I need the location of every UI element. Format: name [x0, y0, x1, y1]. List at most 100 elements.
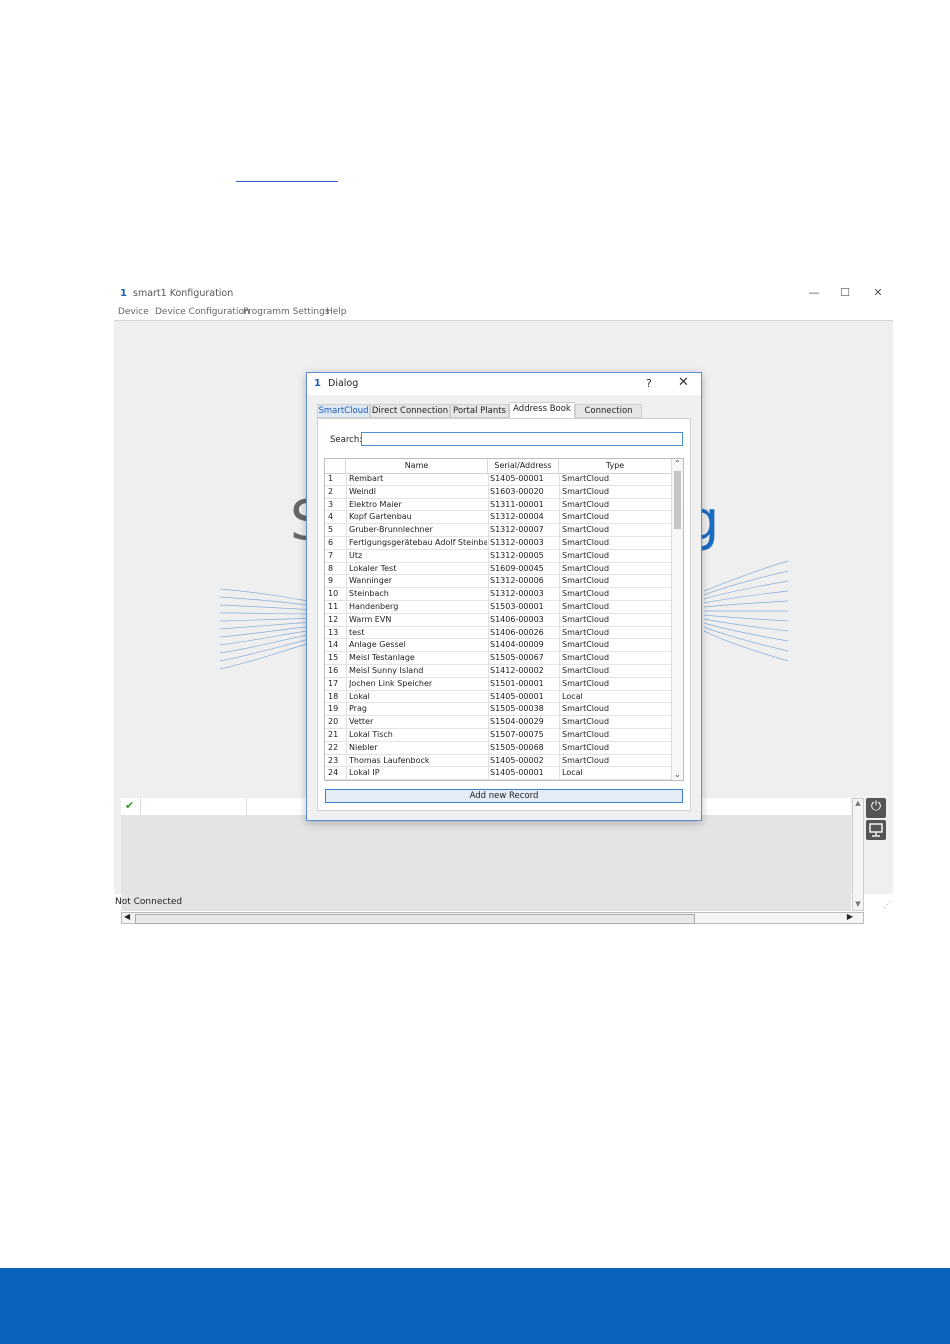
tab-portal-plants[interactable]: Portal Plants — [450, 404, 509, 418]
row-serial: S1405-00002 — [490, 755, 544, 765]
row-index: 6 — [328, 537, 334, 547]
search-label: Search: — [330, 435, 363, 445]
row-index: 22 — [328, 742, 339, 752]
address-book-dialog: 1 Dialog ? ✕ SmartCloud Direct Connectio… — [306, 372, 702, 821]
horizontal-scroll-thumb[interactable] — [135, 914, 695, 924]
menu-device[interactable]: Device — [118, 307, 149, 317]
row-type: SmartCloud — [562, 601, 610, 611]
table-row[interactable]: 15 Meisl Testanlage S1505-00067 SmartCloud — [325, 652, 671, 665]
table-row[interactable]: 21 Lokal Tisch S1507-00075 SmartCloud — [325, 729, 671, 742]
row-index: 14 — [328, 640, 339, 650]
row-serial: S1505-00067 — [490, 653, 544, 663]
chevron-down-icon[interactable]: ⌄ — [674, 770, 681, 779]
table-row[interactable]: 20 Vetter S1504-00029 SmartCloud — [325, 716, 671, 729]
row-serial: S1406-00003 — [490, 614, 544, 624]
row-name: Rembart — [349, 474, 384, 483]
menu-help[interactable]: Help — [326, 307, 347, 317]
table-row[interactable]: 9 Wanninger S1312-00006 SmartCloud — [325, 575, 671, 589]
column-header-serial[interactable]: Serial/Address — [488, 459, 559, 473]
tab-direct-connection[interactable]: Direct Connection — [370, 404, 450, 418]
row-type: SmartCloud — [562, 537, 610, 547]
table-row[interactable]: 18 Lokal S1405-00001 Local — [325, 691, 671, 704]
scroll-right-icon[interactable]: ▶ — [847, 912, 853, 921]
tab-address-book[interactable]: Address Book — [509, 402, 575, 418]
close-button[interactable]: ✕ — [868, 286, 888, 299]
table-row[interactable]: 4 Kopf Gartenbau S1312-00004 SmartCloud — [325, 511, 671, 525]
table-row[interactable]: 7 Utz S1312-00005 SmartCloud — [325, 550, 671, 563]
row-serial: S1505-00038 — [490, 704, 544, 714]
row-index: 16 — [328, 665, 339, 675]
menu-device-configuration[interactable]: Device Configuration — [155, 307, 250, 317]
row-name: Lokal IP — [349, 768, 380, 778]
row-name: Weindl — [349, 486, 376, 496]
row-name: Lokal Tisch — [349, 729, 393, 739]
scroll-left-icon[interactable]: ◀ — [124, 912, 130, 921]
row-index: 23 — [328, 755, 339, 765]
row-name: Meisl Testanlage — [349, 653, 415, 663]
log-horizontal-scrollbar[interactable]: ◀ ▶ — [121, 912, 864, 924]
document-link-underline[interactable] — [236, 181, 338, 182]
row-type: SmartCloud — [562, 665, 610, 675]
scroll-up-icon[interactable]: ▲ — [853, 799, 863, 809]
app-title: smart1 Konfiguration — [133, 288, 234, 299]
row-serial: S1312-00007 — [490, 525, 544, 535]
table-header: Name Serial/Address Type — [325, 459, 671, 474]
table-row[interactable]: 8 Lokaler Test S1609-00045 SmartCloud — [325, 563, 671, 576]
tab-connection-log[interactable]: Connection Log — [575, 404, 642, 428]
table-row[interactable]: 1 Rembart S1405-00001 SmartCloud — [325, 473, 671, 486]
table-row[interactable]: 17 Jochen Link Speicher S1501-00001 SmartCl… — [325, 678, 671, 691]
row-index: 15 — [328, 653, 339, 663]
row-type: SmartCloud — [562, 704, 610, 714]
row-serial: S1312-00003 — [490, 589, 544, 599]
row-serial: S1405-00001 — [490, 474, 544, 483]
row-index: 19 — [328, 704, 339, 714]
row-type: SmartCloud — [562, 653, 610, 663]
row-index: 3 — [328, 499, 334, 509]
row-name: Lokaler Test — [349, 563, 397, 573]
table-row[interactable]: 16 Meisl Sunny Island S1412-00002 SmartClou… — [325, 665, 671, 678]
table-row[interactable]: 24 Lokal IP S1405-00001 Local — [325, 767, 671, 780]
menu-programm-settings[interactable]: Programm Settings — [243, 307, 330, 317]
table-row[interactable]: 23 Thomas Laufenbock S1405-00002 SmartCloud — [325, 755, 671, 768]
row-name: Thomas Laufenbock — [349, 755, 430, 765]
table-row[interactable]: 22 Niebler S1505-00068 SmartCloud — [325, 742, 671, 755]
chevron-up-icon[interactable]: ⌃ — [674, 459, 681, 468]
help-button[interactable]: ? — [646, 377, 652, 390]
table-row[interactable]: 12 Warm EVN S1406-00003 SmartCloud — [325, 614, 671, 627]
column-header-name[interactable]: Name — [346, 459, 488, 473]
row-index: 8 — [328, 563, 334, 573]
dialog-close-button[interactable]: ✕ — [678, 375, 689, 390]
table-row[interactable]: 19 Prag S1505-00038 SmartCloud — [325, 703, 671, 717]
dialog-logo-icon: 1 — [314, 378, 321, 389]
table-row[interactable]: 13 test S1406-00026 SmartCloud — [325, 627, 671, 640]
row-serial: S1312-00006 — [490, 576, 544, 586]
row-serial: S1504-00029 — [490, 717, 544, 727]
table-row[interactable]: 2 Weindl S1603-00020 SmartCloud — [325, 486, 671, 499]
table-row[interactable]: 11 Handenberg S1503-00001 SmartCloud — [325, 601, 671, 614]
table-row[interactable]: 10 Steinbach S1312-00003 SmartCloud — [325, 588, 671, 601]
row-type: SmartCloud — [562, 512, 610, 522]
resize-grip-icon[interactable]: ⋰ — [883, 900, 891, 909]
row-serial: S1501-00001 — [490, 678, 544, 688]
maximize-button[interactable]: ☐ — [835, 286, 855, 299]
row-name: Utz — [349, 550, 363, 560]
row-index: 4 — [328, 512, 334, 522]
address-book-pane: Search: Name Serial/Address Type 1 Rembar… — [317, 418, 691, 811]
row-name: Kopf Gartenbau — [349, 512, 412, 522]
column-header-type[interactable]: Type — [559, 459, 671, 473]
table-scroll-thumb[interactable] — [674, 471, 681, 529]
monitor-button[interactable] — [866, 820, 886, 840]
search-input[interactable] — [361, 432, 683, 446]
row-name: Fertigungsgerätebau Adolf Steinba... — [349, 537, 487, 547]
table-row[interactable]: 6 Fertigungsgerätebau Adolf Steinba... S13… — [325, 537, 671, 550]
tab-smartcloud[interactable]: SmartCloud — [317, 404, 370, 418]
table-row[interactable]: 5 Gruber-Brunnlechner S1312-00007 SmartClou… — [325, 524, 671, 537]
add-new-record-button[interactable]: Add new Record — [325, 789, 683, 803]
row-type: SmartCloud — [562, 614, 610, 624]
power-button[interactable]: ⏻ — [866, 798, 886, 818]
table-body: 1 Rembart S1405-00001 SmartCloud 2 Weindl S160… — [325, 473, 671, 780]
table-row[interactable]: 14 Anlage Gessel S1404-00009 SmartCloud — [325, 639, 671, 653]
minimize-button[interactable]: — — [804, 286, 824, 299]
table-vertical-scrollbar[interactable]: ⌃ ⌄ — [671, 459, 683, 780]
table-row[interactable]: 3 Elektro Maier S1311-00001 SmartCloud — [325, 499, 671, 512]
